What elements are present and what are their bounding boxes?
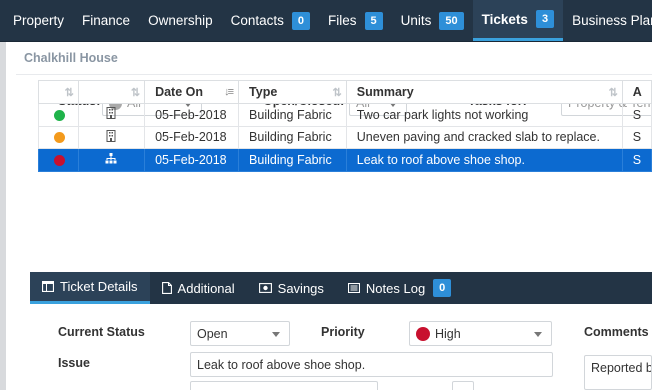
chevron-down-icon (272, 332, 280, 337)
type-icon-cell (77, 148, 146, 172)
status-dot-red-icon (54, 154, 65, 166)
tab-label: Ownership (148, 13, 213, 28)
count-badge: 50 (439, 11, 464, 30)
tab-units[interactable]: Units 50 (392, 0, 473, 41)
chevron-down-icon (534, 332, 542, 337)
tab-label: Additional (177, 280, 235, 296)
status-cell (38, 125, 79, 149)
extra-cell: S (621, 148, 652, 172)
comments-textarea[interactable]: Reported b (584, 355, 652, 390)
type-cell: Building Fabric (238, 103, 347, 127)
tab-contacts[interactable]: Contacts 0 (222, 0, 319, 41)
tab-label: Savings (277, 280, 324, 296)
current-status-label: Current Status (58, 325, 145, 339)
tab-label: Finance (82, 13, 131, 28)
money-icon (258, 283, 272, 293)
status-dot-green-icon (54, 109, 65, 121)
tab-label: Ticket Details (60, 279, 138, 294)
issue-value: Leak to roof above shoe shop. (197, 357, 366, 372)
sort-icon: ⇅ (608, 87, 618, 99)
column-header-date-on[interactable]: Date On ↓≡ (144, 80, 240, 104)
page-title: Chalkhill House (24, 51, 118, 65)
column-header-summary[interactable]: Summary ⇅ (345, 80, 623, 104)
tickets-table: ⇅ ⇅ Date On ↓≡ Type ⇅ Summary ⇅ A 05-Feb-20… (38, 80, 652, 172)
hierarchy-icon (105, 152, 117, 164)
tab-ticket-details[interactable]: Ticket Details (30, 272, 150, 304)
priority-label: Priority (321, 325, 365, 339)
next-row-input[interactable] (190, 381, 378, 390)
tab-business-plan[interactable]: Business Plan (563, 0, 652, 41)
table-row[interactable]: 05-Feb-2018 Building Fabric Two car park… (38, 103, 652, 127)
details-tabs: Ticket Details Additional Savings Notes … (30, 272, 652, 304)
building-icon (106, 129, 116, 142)
tab-notes-log[interactable]: Notes Log 0 (336, 272, 463, 304)
tab-label: Files (328, 13, 357, 28)
column-header-type-icon[interactable]: ⇅ (77, 80, 146, 104)
extra-cell: S (621, 103, 652, 127)
table-header-row: ⇅ ⇅ Date On ↓≡ Type ⇅ Summary ⇅ A (38, 80, 652, 104)
sort-icon: ⇅ (130, 87, 140, 99)
tab-property[interactable]: Property (4, 0, 73, 41)
current-status-select[interactable]: Open (190, 321, 290, 346)
issue-label: Issue (58, 356, 90, 370)
sort-desc-icon: ↓≡ (224, 86, 234, 98)
table-row[interactable]: 05-Feb-2018 Building Fabric Uneven pavin… (38, 125, 652, 149)
count-badge: 3 (535, 10, 555, 28)
issue-input[interactable]: Leak to roof above shoe shop. (190, 352, 553, 377)
current-status-value: Open (197, 326, 228, 341)
tab-finance[interactable]: Finance (73, 0, 139, 41)
tab-label: Business Plan (572, 13, 652, 28)
sort-icon: ⇅ (64, 87, 74, 99)
date-cell: 05-Feb-2018 (144, 148, 240, 172)
date-cell: 05-Feb-2018 (144, 125, 240, 149)
list-icon (347, 283, 360, 293)
type-cell: Building Fabric (238, 148, 347, 172)
status-cell (38, 148, 79, 172)
type-cell: Building Fabric (238, 125, 347, 149)
comments-label: Comments (584, 325, 649, 339)
type-icon-cell (77, 103, 146, 127)
date-cell: 05-Feb-2018 (144, 103, 240, 127)
tab-label: Contacts (230, 13, 284, 28)
building-icon (106, 107, 116, 120)
count-badge: 5 (364, 11, 383, 30)
column-header-status[interactable]: ⇅ (38, 80, 79, 104)
extra-cell: S (621, 125, 652, 149)
window-icon (42, 281, 54, 292)
summary-cell: Leak to roof above shoe shop. (345, 148, 623, 172)
tab-label: Notes Log (365, 280, 426, 296)
type-icon-cell (77, 125, 146, 149)
tab-label: Property (13, 13, 65, 28)
priority-value: High (435, 326, 461, 341)
status-dot-orange-icon (54, 132, 65, 144)
tab-tickets[interactable]: Tickets 3 (472, 0, 564, 41)
comments-value: Reported b (591, 361, 652, 375)
tab-label: Units (400, 13, 432, 28)
count-badge: 0 (433, 279, 452, 297)
priority-dot-icon (416, 326, 430, 341)
table-row-selected[interactable]: 05-Feb-2018 Building Fabric Leak to roof… (38, 148, 652, 172)
count-badge: 0 (291, 11, 310, 30)
tab-savings[interactable]: Savings (247, 272, 336, 304)
divider (16, 74, 652, 75)
summary-cell: Uneven paving and cracked slab to replac… (345, 125, 623, 149)
tab-files[interactable]: Files 5 (319, 0, 392, 41)
top-nav: Property Finance Ownership Contacts 0 Fil… (0, 0, 652, 42)
summary-cell: Two car park lights not working (345, 103, 623, 127)
sort-icon: ⇅ (332, 87, 342, 99)
column-header-type[interactable]: Type ⇅ (238, 80, 347, 104)
tab-additional[interactable]: Additional (150, 272, 247, 304)
column-header-a[interactable]: A (621, 80, 652, 104)
tab-label: Tickets (481, 11, 528, 27)
document-icon (161, 282, 172, 294)
priority-select[interactable]: High (409, 321, 552, 346)
tab-ownership[interactable]: Ownership (139, 0, 222, 41)
status-cell (38, 103, 79, 127)
next-row-checkbox[interactable] (452, 381, 474, 390)
